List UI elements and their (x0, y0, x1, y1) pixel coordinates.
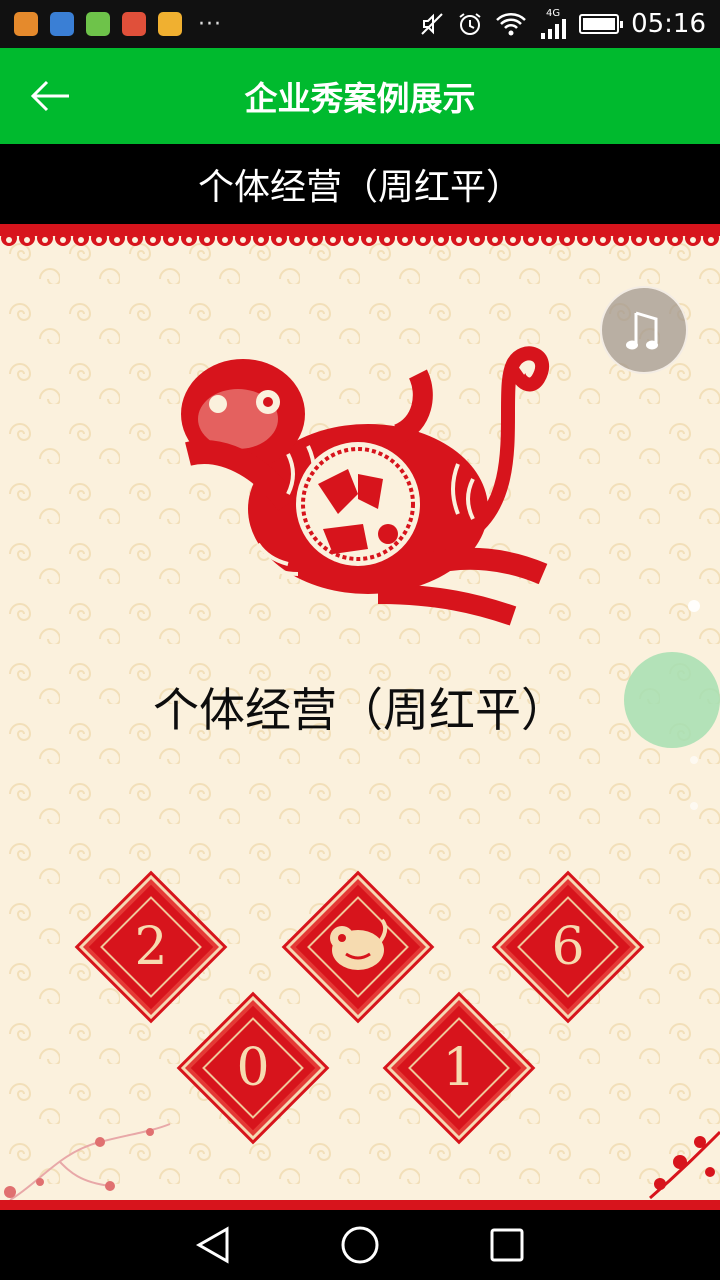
app-bar: 企业秀案例展示 (0, 48, 720, 144)
system-nav-bar (0, 1210, 720, 1280)
nav-home-button[interactable] (330, 1215, 390, 1275)
status-time: 05:16 (631, 9, 706, 39)
plum-blossom-left-decoration (4, 1123, 171, 1201)
diamond-digit-1: 1 (442, 1038, 476, 1098)
case-title-bar: 个体经营（周红平） (0, 144, 720, 224)
status-bar: ··· 4G 05:16 (0, 0, 720, 48)
plum-blossom-right-decoration (649, 1130, 720, 1200)
decorative-dot (690, 756, 698, 764)
arrow-left-icon (30, 80, 69, 112)
showcase-title: 个体经营（周红平） (153, 683, 567, 737)
diamond-digit-0: 0 (236, 1038, 270, 1098)
triangle-back-icon (196, 1226, 229, 1264)
diamond-digit-2: 2 (134, 917, 168, 977)
decorative-dot (690, 802, 698, 810)
case-title: 个体经营（周红平） (197, 167, 522, 208)
app-notification-icon (50, 12, 74, 36)
nav-back-button[interactable] (183, 1215, 243, 1275)
notification-icons: ··· (14, 12, 222, 37)
app-notification-icon (122, 12, 146, 36)
monkey-emblem-icon (330, 918, 388, 970)
signal-indicator: 4G (539, 9, 567, 39)
nav-recent-button[interactable] (477, 1215, 537, 1275)
signal-icon (541, 19, 567, 39)
network-type: 4G (546, 8, 561, 19)
mute-icon (421, 13, 443, 35)
music-toggle-button[interactable] (600, 286, 688, 374)
floating-action-bubble[interactable] (624, 652, 720, 748)
app-notification-icon (86, 12, 110, 36)
page-title: 企业秀案例展示 (244, 79, 476, 118)
circle-home-icon (341, 1226, 379, 1264)
lace-border-top (0, 224, 720, 246)
more-notifications-icon: ··· (198, 11, 222, 37)
battery-icon (579, 14, 624, 34)
app-notification-icon (14, 12, 38, 36)
decorative-dot (688, 600, 700, 612)
lace-border-bottom (0, 1200, 720, 1210)
back-button[interactable] (26, 74, 74, 118)
app-notification-icon (158, 12, 182, 36)
music-note-icon (626, 311, 658, 350)
square-recent-icon (490, 1228, 524, 1262)
alarm-icon (459, 13, 481, 35)
monkey-papercut-image (181, 346, 550, 626)
wifi-icon (496, 13, 526, 36)
showcase-page[interactable]: 个体经营（周红平） 2 6 0 1 (0, 224, 720, 1210)
diamond-digit-6: 6 (551, 917, 585, 977)
